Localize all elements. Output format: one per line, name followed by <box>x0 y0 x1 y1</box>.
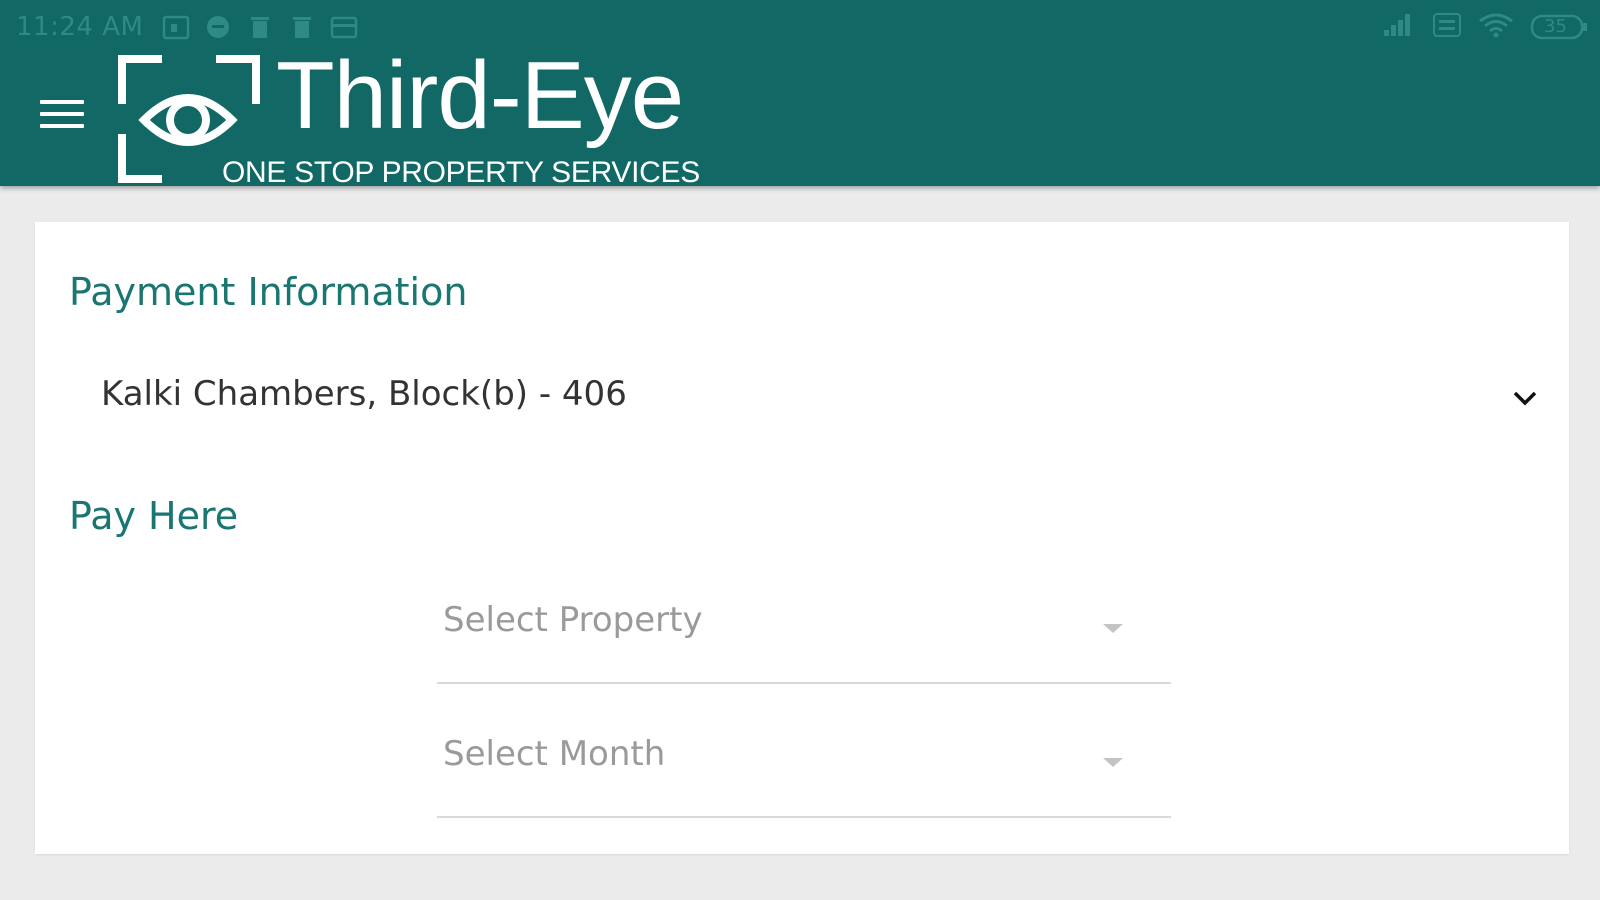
select-property-dropdown[interactable]: Select Property <box>437 592 1171 684</box>
status-bar: 11:24 AM 35 <box>0 0 1600 52</box>
pay-here-title: Pay Here <box>69 494 239 538</box>
payment-card: Payment Information Kalki Chambers, Bloc… <box>35 222 1569 854</box>
hamburger-menu-icon[interactable] <box>40 100 86 140</box>
chevron-down-icon <box>1513 391 1537 406</box>
selected-property-value: Kalki Chambers, Block(b) - 406 <box>101 374 627 414</box>
select-month-placeholder: Select Month <box>443 734 666 774</box>
app-title: Third-Eye <box>276 42 684 149</box>
app-tagline: ONE STOP PROPERTY SERVICES <box>222 156 700 189</box>
trash-icon <box>246 14 274 40</box>
dropdown-arrow-icon <box>1103 624 1123 633</box>
card-icon <box>330 14 358 40</box>
selected-property-dropdown[interactable]: Kalki Chambers, Block(b) - 406 <box>101 372 1551 432</box>
select-property-placeholder: Select Property <box>443 600 703 640</box>
battery-level: 35 <box>1544 16 1567 37</box>
wifi-icon <box>1478 12 1514 42</box>
app-bar: 11:24 AM 35 Third-Eye ONE STOP PROPERTY … <box>0 0 1600 189</box>
notification-icons <box>162 14 358 40</box>
signal-icon <box>1382 12 1416 42</box>
select-month-dropdown[interactable]: Select Month <box>437 726 1171 818</box>
app-logo: Third-Eye ONE STOP PROPERTY SERVICES <box>118 48 718 189</box>
status-time: 11:24 AM <box>16 12 144 42</box>
dropdown-arrow-icon <box>1103 758 1123 767</box>
volte-icon <box>1432 12 1462 42</box>
calendar-icon <box>162 14 190 40</box>
chat-icon <box>204 14 232 40</box>
battery-icon: 35 <box>1530 13 1588 41</box>
payment-information-title: Payment Information <box>69 270 468 314</box>
trash-icon <box>288 14 316 40</box>
status-right: 35 <box>1382 12 1588 42</box>
